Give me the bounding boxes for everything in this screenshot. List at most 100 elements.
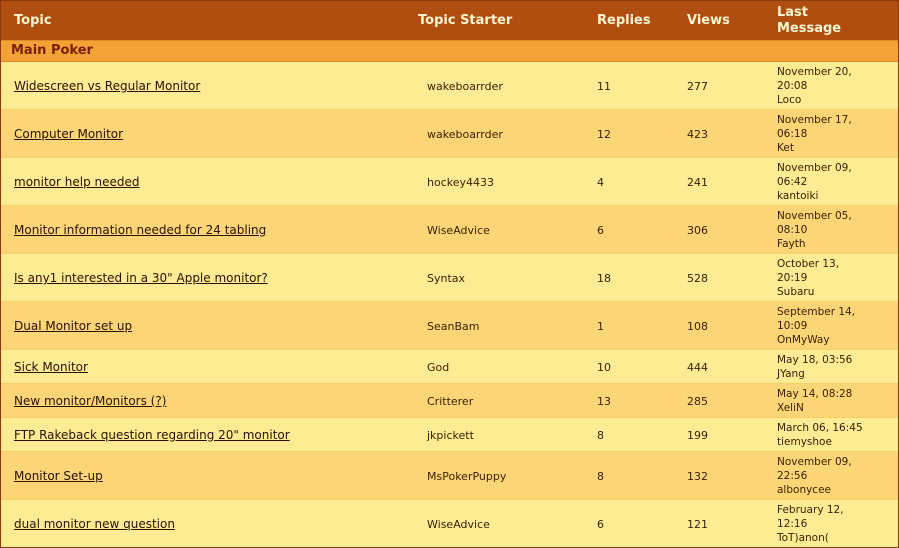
header-topic[interactable]: Topic bbox=[14, 13, 52, 29]
topic-starter[interactable]: wakeboarrder bbox=[427, 80, 503, 93]
topic-link[interactable]: Sick Monitor bbox=[14, 360, 88, 374]
last-message-time: 22:56 bbox=[777, 470, 808, 482]
topic-link[interactable]: New monitor/Monitors (?) bbox=[14, 394, 166, 408]
topic-table: Topic Topic Starter Replies Views Last M… bbox=[0, 0, 899, 548]
topic-link[interactable]: Computer Monitor bbox=[14, 127, 123, 141]
last-message-time: 12:16 bbox=[777, 518, 808, 530]
last-message-user[interactable]: ToT)anon( bbox=[777, 531, 895, 545]
reply-count: 13 bbox=[597, 395, 611, 408]
last-message-date: February 12, bbox=[777, 504, 844, 516]
view-count: 108 bbox=[687, 320, 708, 333]
last-message: October 13, 20:19 Subaru bbox=[777, 257, 895, 299]
table-row: monitor help needed hockey4433 4 241 Novembe… bbox=[1, 158, 898, 206]
last-message-user[interactable]: albonycee bbox=[777, 483, 895, 497]
last-message-user[interactable]: kantoiki bbox=[777, 189, 895, 203]
last-message-user[interactable]: Fayth bbox=[777, 237, 895, 251]
last-message-date: November 05, bbox=[777, 210, 852, 222]
view-count: 528 bbox=[687, 272, 708, 285]
topic-starter[interactable]: WiseAdvice bbox=[427, 518, 490, 531]
last-message-user[interactable]: XeliN bbox=[777, 401, 895, 415]
last-message: March 06, 16:45 tiemyshoe bbox=[777, 421, 895, 449]
reply-count: 6 bbox=[597, 518, 604, 531]
last-message-time: 06:18 bbox=[777, 128, 808, 140]
reply-count: 11 bbox=[597, 80, 611, 93]
topic-link[interactable]: Monitor Set-up bbox=[14, 469, 103, 483]
last-message-time: 06:42 bbox=[777, 176, 808, 188]
topic-starter[interactable]: hockey4433 bbox=[427, 176, 494, 189]
view-count: 241 bbox=[687, 176, 708, 189]
last-message-date: November 09, bbox=[777, 456, 852, 468]
view-count: 285 bbox=[687, 395, 708, 408]
table-header: Topic Topic Starter Replies Views Last M… bbox=[1, 1, 898, 41]
view-count: 277 bbox=[687, 80, 708, 93]
last-message-time: 20:08 bbox=[777, 80, 808, 92]
last-message: November 09, 22:56 albonycee bbox=[777, 455, 895, 497]
table-row: dual monitor new question WiseAdvice 6 121 F… bbox=[1, 500, 898, 547]
header-views[interactable]: Views bbox=[687, 13, 730, 29]
last-message: February 12, 12:16 ToT)anon( bbox=[777, 503, 895, 545]
topic-starter[interactable]: jkpickett bbox=[427, 429, 474, 442]
view-count: 444 bbox=[687, 361, 708, 374]
last-message-user[interactable]: tiemyshoe bbox=[777, 435, 895, 449]
last-message: May 14, 08:28 XeliN bbox=[777, 387, 895, 415]
topic-link[interactable]: Widescreen vs Regular Monitor bbox=[14, 79, 200, 93]
topic-starter[interactable]: MsPokerPuppy bbox=[427, 470, 506, 483]
view-count: 306 bbox=[687, 224, 708, 237]
last-message-date: November 20, bbox=[777, 66, 852, 78]
last-message: November 09, 06:42 kantoiki bbox=[777, 161, 895, 203]
table-row: Widescreen vs Regular Monitor wakeboarrde… bbox=[1, 62, 898, 110]
last-message: November 20, 20:08 Loco bbox=[777, 65, 895, 107]
view-count: 121 bbox=[687, 518, 708, 531]
last-message: November 05, 08:10 Fayth bbox=[777, 209, 895, 251]
view-count: 132 bbox=[687, 470, 708, 483]
table-row: New monitor/Monitors (?) Critterer 13 285 Ma… bbox=[1, 384, 898, 418]
last-message-date: November 17, bbox=[777, 114, 852, 126]
topic-link[interactable]: monitor help needed bbox=[14, 175, 140, 189]
last-message: September 14, 10:09 OnMyWay bbox=[777, 305, 895, 347]
last-message-date: May 18, 03:56 bbox=[777, 354, 853, 366]
reply-count: 1 bbox=[597, 320, 604, 333]
table-row: Monitor information needed for 24 tablin… bbox=[1, 206, 898, 254]
reply-count: 12 bbox=[597, 128, 611, 141]
last-message-date: May 14, 08:28 bbox=[777, 388, 853, 400]
topic-link[interactable]: Monitor information needed for 24 tablin… bbox=[14, 223, 266, 237]
reply-count: 8 bbox=[597, 470, 604, 483]
last-message-date: November 09, bbox=[777, 162, 852, 174]
last-message-user[interactable]: OnMyWay bbox=[777, 333, 895, 347]
header-topic-starter[interactable]: Topic Starter bbox=[418, 13, 512, 29]
last-message: May 18, 03:56 JYang bbox=[777, 353, 895, 381]
last-message-date: March 06, 16:45 bbox=[777, 422, 863, 434]
topic-link[interactable]: dual monitor new question bbox=[14, 517, 175, 531]
reply-count: 8 bbox=[597, 429, 604, 442]
last-message-user[interactable]: Ket bbox=[777, 141, 895, 155]
section-title: Main Poker bbox=[11, 43, 93, 58]
section-header: Main Poker bbox=[1, 41, 898, 62]
last-message-date: September 14, bbox=[777, 306, 856, 318]
reply-count: 6 bbox=[597, 224, 604, 237]
last-message-date: October 13, bbox=[777, 258, 840, 270]
table-row: Is any1 interested in a 30" Apple monito… bbox=[1, 254, 898, 302]
header-last-line1: Last bbox=[777, 5, 809, 20]
topic-link[interactable]: Dual Monitor set up bbox=[14, 319, 132, 333]
table-row: Dual Monitor set up SeanBam 1 108 September … bbox=[1, 302, 898, 350]
header-replies[interactable]: Replies bbox=[597, 13, 651, 29]
header-last-message[interactable]: Last Message bbox=[777, 5, 841, 37]
topic-starter[interactable]: SeanBam bbox=[427, 320, 479, 333]
last-message-user[interactable]: Subaru bbox=[777, 285, 895, 299]
topic-starter[interactable]: Critterer bbox=[427, 395, 473, 408]
topic-starter[interactable]: Syntax bbox=[427, 272, 465, 285]
header-last-line2: Message bbox=[777, 21, 842, 36]
reply-count: 18 bbox=[597, 272, 611, 285]
topic-link[interactable]: FTP Rakeback question regarding 20" moni… bbox=[14, 428, 290, 442]
last-message-user[interactable]: Loco bbox=[777, 93, 895, 107]
last-message-user[interactable]: JYang bbox=[777, 367, 895, 381]
topic-starter[interactable]: God bbox=[427, 361, 449, 374]
table-row: Sick Monitor God 10 444 May 18, 03:56 JYang bbox=[1, 350, 898, 384]
topic-starter[interactable]: WiseAdvice bbox=[427, 224, 490, 237]
topic-starter[interactable]: wakeboarrder bbox=[427, 128, 503, 141]
reply-count: 4 bbox=[597, 176, 604, 189]
topic-link[interactable]: Is any1 interested in a 30" Apple monito… bbox=[14, 271, 268, 285]
view-count: 423 bbox=[687, 128, 708, 141]
last-message-time: 10:09 bbox=[777, 320, 808, 332]
reply-count: 10 bbox=[597, 361, 611, 374]
